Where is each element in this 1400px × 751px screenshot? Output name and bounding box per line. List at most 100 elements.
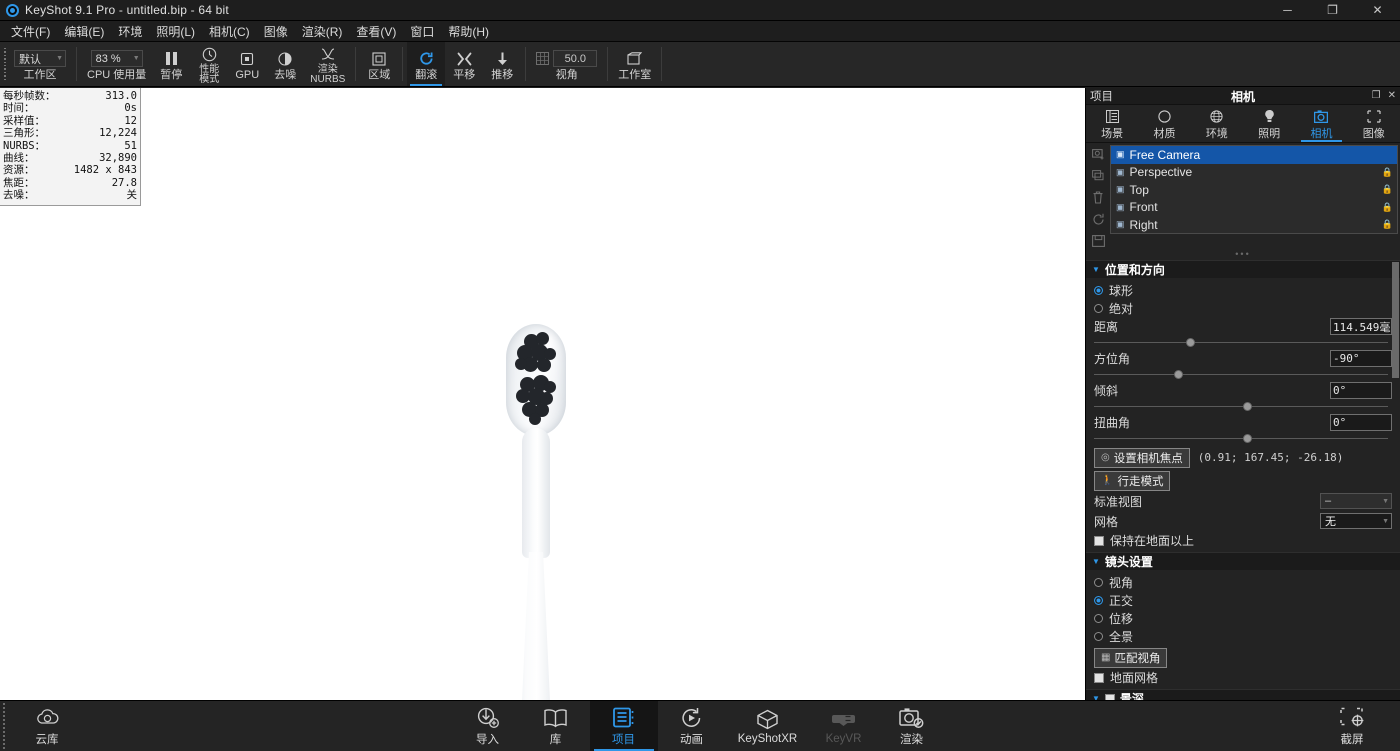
lens-orthographic-row[interactable]: 正交 [1094, 591, 1392, 609]
camera-list-item-perspective[interactable]: ▣ Perspective 🔒 [1111, 164, 1397, 182]
duplicate-camera-icon[interactable] [1092, 169, 1105, 184]
lock-icon[interactable]: 🔒 [1382, 167, 1393, 178]
tab-image[interactable]: 图像 [1348, 105, 1400, 142]
menu-file[interactable]: 文件(F) [4, 20, 57, 43]
fov-control[interactable]: 50.0 视角 [530, 42, 603, 86]
close-button[interactable]: ✕ [1355, 0, 1400, 21]
render-viewport[interactable]: 每秒帧数： 313.0 时间： 0s 采样值： 12 三角形： 12,224 N… [0, 88, 1085, 700]
nav-library[interactable]: 库 [522, 701, 590, 751]
denoise-button[interactable]: 去噪 [266, 42, 304, 86]
menu-environment[interactable]: 环境 [111, 20, 149, 43]
nav-animation[interactable]: 动画 [658, 701, 726, 751]
pause-button[interactable]: 暂停 [152, 42, 190, 86]
performance-mode-button[interactable]: 性能 模式 [190, 42, 228, 86]
settings-scrollbar[interactable] [1392, 262, 1399, 378]
dof-section-header[interactable]: ▼ 景深 [1086, 689, 1400, 700]
menu-window[interactable]: 窗口 [403, 20, 441, 43]
maximize-button[interactable]: ❐ [1310, 0, 1355, 21]
match-perspective-button[interactable]: ▦ 匹配视角 [1094, 648, 1167, 668]
lens-perspective-row[interactable]: 视角 [1094, 573, 1392, 591]
twist-slider[interactable] [1094, 432, 1392, 445]
menu-lighting[interactable]: 照明(L) [149, 20, 202, 43]
gpu-button[interactable]: GPU [228, 42, 266, 86]
menu-render[interactable]: 渲染(R) [295, 20, 350, 43]
tumble-button[interactable]: 翻滚 [407, 42, 445, 86]
position-section-header[interactable]: ▼ 位置和方向 [1086, 260, 1400, 278]
walk-mode-button[interactable]: 🚶 行走模式 [1094, 471, 1170, 491]
grid-select[interactable]: 无 ▼ [1320, 513, 1392, 529]
menu-help[interactable]: 帮助(H) [441, 20, 496, 43]
slider-knob[interactable] [1174, 370, 1183, 379]
nav-render[interactable]: 渲染 [878, 701, 946, 751]
bottombar-drag-handle[interactable] [0, 701, 7, 751]
tab-scene[interactable]: 场景 [1086, 105, 1138, 142]
spherical-radio-row[interactable]: 球形 [1094, 281, 1392, 299]
minimize-button[interactable]: ─ [1265, 0, 1310, 21]
twist-input[interactable]: 0° [1330, 414, 1392, 431]
distance-input[interactable]: 114.549毫米 [1330, 318, 1392, 335]
lock-icon[interactable]: 🔒 [1382, 219, 1393, 230]
lens-shift-radio[interactable] [1094, 614, 1103, 623]
lens-panorama-radio[interactable] [1094, 632, 1103, 641]
nav-keyshotxr[interactable]: KeyShotXR [726, 701, 810, 751]
fov-value[interactable]: 50.0 [553, 50, 597, 67]
tab-material[interactable]: 材质 [1138, 105, 1190, 142]
ground-grid-row[interactable]: 地面网格 [1094, 668, 1392, 687]
menu-image[interactable]: 图像 [257, 20, 295, 43]
lens-section-header[interactable]: ▼ 镜头设置 [1086, 552, 1400, 570]
tab-environment[interactable]: 环境 [1191, 105, 1243, 142]
add-camera-icon[interactable] [1092, 147, 1105, 162]
lens-shift-row[interactable]: 位移 [1094, 609, 1392, 627]
menu-view[interactable]: 查看(V) [349, 20, 403, 43]
camera-list-item-front[interactable]: ▣ Front 🔒 [1111, 199, 1397, 217]
camera-list-item-top[interactable]: ▣ Top 🔒 [1111, 181, 1397, 199]
distance-slider[interactable] [1094, 336, 1392, 349]
reset-camera-icon[interactable] [1092, 213, 1105, 228]
slider-knob[interactable] [1243, 434, 1252, 443]
cloud-library-button[interactable]: 云库 [13, 701, 81, 751]
studio-button[interactable]: 工作室 [612, 42, 657, 86]
nav-import[interactable]: 导入 [454, 701, 522, 751]
tab-lighting[interactable]: 照明 [1243, 105, 1295, 142]
workspace-selector[interactable]: 默认 ▼ 工作区 [8, 42, 72, 86]
keep-above-ground-row[interactable]: 保持在地面以上 [1094, 531, 1392, 550]
lens-perspective-radio[interactable] [1094, 578, 1103, 587]
nav-keyvr[interactable]: KeyVR [810, 701, 878, 751]
cpu-usage-control[interactable]: 83 % ▼ CPU 使用量 [81, 42, 152, 86]
tab-camera[interactable]: 相机 [1295, 105, 1347, 142]
camera-list-item-free-camera[interactable]: ▣ Free Camera [1111, 146, 1397, 164]
pan-button[interactable]: 平移 [445, 42, 483, 86]
render-nurbs-button[interactable]: 渲染 NURBS [304, 42, 351, 86]
azimuth-slider[interactable] [1094, 368, 1392, 381]
set-camera-focus-button[interactable]: ◎ 设置相机焦点 [1094, 448, 1190, 468]
delete-camera-icon[interactable] [1092, 191, 1104, 206]
lock-icon[interactable]: 🔒 [1382, 202, 1393, 213]
inclination-slider[interactable] [1094, 400, 1392, 413]
camera-list-item-right[interactable]: ▣ Right 🔒 [1111, 216, 1397, 234]
workspace-combo[interactable]: 默认 ▼ [14, 50, 66, 68]
panel-splitter[interactable]: ••• [1086, 249, 1400, 260]
region-button[interactable]: 区域 [360, 42, 398, 86]
menu-camera[interactable]: 相机(C) [202, 20, 257, 43]
keep-above-ground-checkbox[interactable] [1094, 536, 1104, 546]
lens-orthographic-radio[interactable] [1094, 596, 1103, 605]
close-icon[interactable]: ✕ [1388, 91, 1396, 101]
inclination-input[interactable]: 0° [1330, 382, 1392, 399]
lens-panorama-row[interactable]: 全景 [1094, 627, 1392, 645]
standard-view-select[interactable]: – ▼ [1320, 493, 1392, 509]
absolute-radio[interactable] [1094, 304, 1103, 313]
slider-knob[interactable] [1186, 338, 1195, 347]
azimuth-input[interactable]: -90° [1330, 350, 1392, 367]
screenshot-button[interactable]: 截屏 [1318, 701, 1386, 751]
dolly-button[interactable]: 推移 [483, 42, 521, 86]
nav-project[interactable]: 项目 [590, 701, 658, 751]
ground-grid-checkbox[interactable] [1094, 673, 1104, 683]
camera-list[interactable]: ▣ Free Camera ▣ Perspective 🔒 ▣ Top 🔒 ▣ … [1110, 145, 1398, 234]
menu-edit[interactable]: 编辑(E) [57, 20, 111, 43]
undock-icon[interactable]: ❐ [1372, 91, 1381, 101]
lock-icon[interactable]: 🔒 [1382, 184, 1393, 195]
slider-knob[interactable] [1243, 402, 1252, 411]
save-camera-icon[interactable] [1092, 235, 1105, 249]
spherical-radio[interactable] [1094, 286, 1103, 295]
absolute-radio-row[interactable]: 绝对 [1094, 299, 1392, 317]
